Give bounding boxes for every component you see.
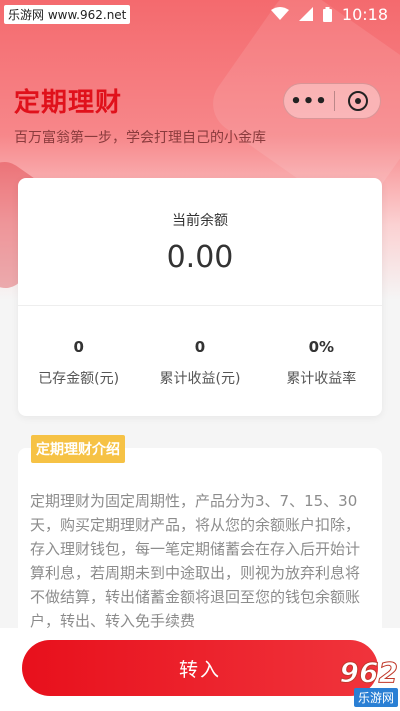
stat-value: 0%	[308, 338, 335, 356]
stat-label: 累计收益(元)	[159, 371, 241, 387]
site-label: 乐游网 www.962.net	[4, 4, 131, 24]
page-title: 定期理财	[14, 88, 123, 118]
signal-icon	[298, 7, 313, 21]
more-button[interactable]: •••	[284, 91, 334, 112]
intro-tag: 定期理财介绍	[31, 435, 125, 463]
watermark-logo: 962 乐游网	[258, 656, 399, 710]
status-icons: 10:18	[270, 4, 388, 24]
close-circle-icon	[347, 91, 368, 111]
balance-amount: 0.00	[166, 240, 234, 275]
stat-value: 0	[194, 338, 206, 356]
watermark-number: 962	[339, 656, 398, 689]
balance-card: 当前余额 0.00 0 已存金额(元) 0 累计收益(元) 0% 累计收益率	[18, 178, 382, 416]
balance-label: 当前余额	[172, 213, 228, 229]
mini-program-capsule: •••	[283, 83, 381, 119]
battery-icon	[322, 6, 332, 22]
stat-value: 0	[73, 338, 84, 356]
stats-row: 0 已存金额(元) 0 累计收益(元) 0% 累计收益率	[18, 338, 382, 388]
close-button[interactable]	[335, 90, 380, 112]
status-bar: 乐游网 www.962.net 10:18	[0, 0, 400, 28]
stat-label: 累计收益率	[286, 371, 357, 387]
page-subtitle: 百万富翁第一步，学会打理自己的小金库	[14, 130, 266, 146]
stat-yield-rate: 0% 累计收益率	[261, 338, 382, 388]
intro-text: 定期理财为固定周期性，产品分为3、7、15、30天，购买定期理财产品，将从您的余…	[30, 492, 361, 630]
stat-deposited: 0 已存金额(元)	[18, 338, 139, 388]
stat-earnings: 0 累计收益(元)	[139, 338, 260, 388]
watermark-text: 乐游网	[353, 688, 398, 707]
wifi-icon	[270, 7, 289, 21]
card-divider	[18, 305, 382, 306]
clock: 10:18	[341, 4, 388, 24]
stat-label: 已存金额(元)	[38, 371, 120, 387]
